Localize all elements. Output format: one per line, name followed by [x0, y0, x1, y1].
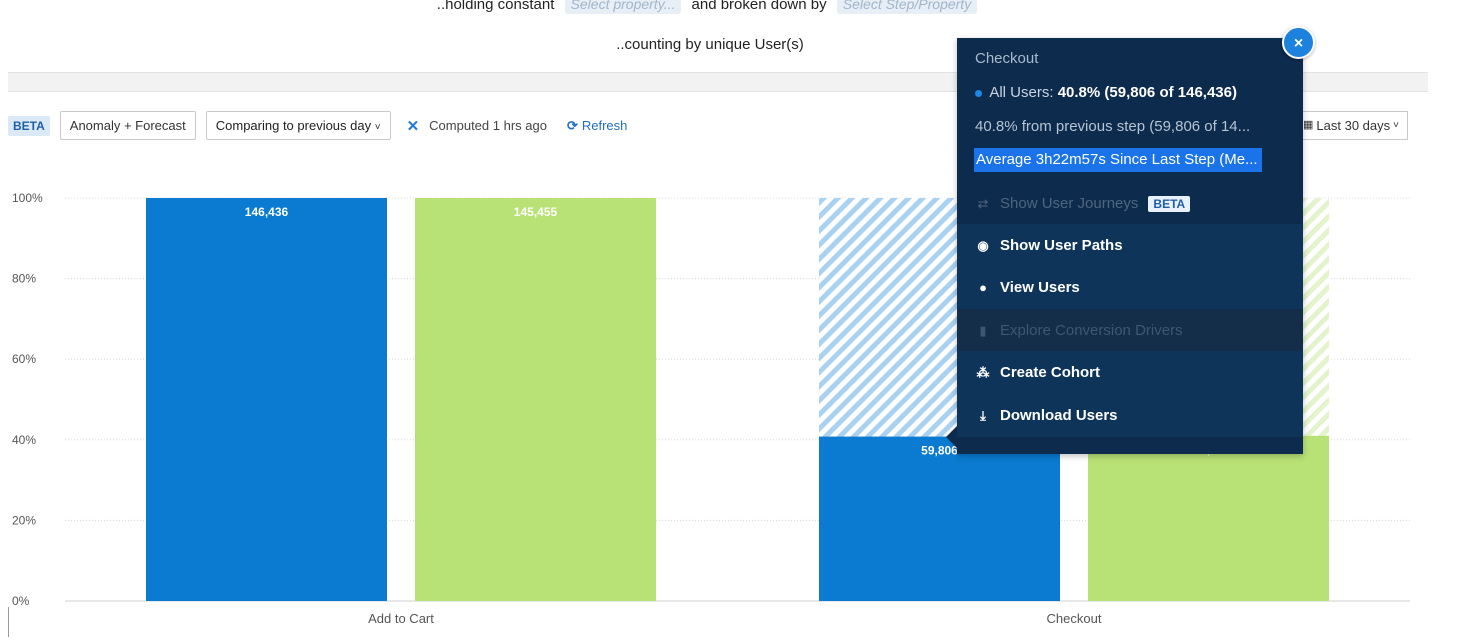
menu-item-create-cohort[interactable]: ⁂ Create Cohort — [957, 351, 1303, 394]
series-dot-icon — [975, 89, 982, 97]
conversion-bar[interactable] — [415, 198, 656, 601]
y-tick-label: 60% — [12, 352, 36, 366]
user-icon: ● — [979, 280, 987, 295]
x-category-label: Checkout — [1047, 611, 1102, 626]
download-icon: ⤓ — [980, 407, 986, 423]
funnel-page: ..holding constant Select property... an… — [0, 0, 1483, 641]
y-tick-label: 40% — [12, 433, 36, 447]
menu-item-label: View Users — [1000, 279, 1080, 296]
tooltip-caret — [946, 426, 957, 448]
menu-item-conversion-drivers[interactable]: ▮ Explore Conversion Drivers — [957, 309, 1303, 352]
menu-item-view-users[interactable]: ● View Users — [957, 266, 1303, 309]
x-category-label: Add to Cart — [368, 611, 434, 626]
menu-item-download-users[interactable]: ⤓ Download Users — [957, 394, 1303, 437]
step-tooltip-menu: Checkout All Users: 40.8% (59,806 of 146… — [946, 38, 1303, 454]
menu-item-label: Show User Paths — [1000, 237, 1123, 254]
bars-icon: ▮ — [979, 322, 987, 338]
people-icon: ⁂ — [976, 364, 990, 380]
all-users-prefix: All Users: — [989, 84, 1054, 101]
tooltip-title: Checkout — [975, 50, 1039, 67]
y-tick-label: 20% — [12, 513, 36, 527]
eye-icon: ◉ — [977, 237, 989, 253]
menu-item-label: Explore Conversion Drivers — [1000, 322, 1183, 339]
all-users-stat: All Users: 40.8% (59,806 of 146,436) — [975, 84, 1237, 101]
average-time-stat: Average 3h22m57s Since Last Step (Me... — [974, 148, 1262, 172]
y-tick-label: 80% — [12, 272, 36, 286]
menu-item-label: Create Cohort — [1000, 364, 1101, 381]
beta-badge: BETA — [1148, 195, 1191, 212]
axis-edge — [8, 607, 9, 637]
menu-item-label: Download Users — [1000, 407, 1118, 424]
conversion-bar[interactable] — [1088, 435, 1329, 601]
bar-value-label: 146,436 — [245, 205, 289, 219]
menu-item-label: Show User Journeys — [1000, 195, 1139, 212]
conversion-bar[interactable] — [819, 436, 1060, 601]
close-tooltip-button[interactable]: × — [1282, 26, 1315, 59]
previous-step-stat: 40.8% from previous step (59,806 of 14..… — [975, 118, 1251, 135]
conversion-bar[interactable] — [146, 198, 387, 601]
menu-item-user-journeys[interactable]: ⇄ Show User Journeys BETA — [957, 182, 1303, 225]
y-tick-label: 100% — [12, 191, 43, 205]
bar-value-label: 145,455 — [514, 205, 558, 219]
all-users-value: 40.8% (59,806 of 146,436) — [1057, 84, 1237, 101]
y-tick-label: 0% — [12, 594, 30, 608]
shuffle-icon: ⇄ — [977, 195, 989, 211]
menu-item-user-paths[interactable]: ◉ Show User Paths — [957, 224, 1303, 267]
